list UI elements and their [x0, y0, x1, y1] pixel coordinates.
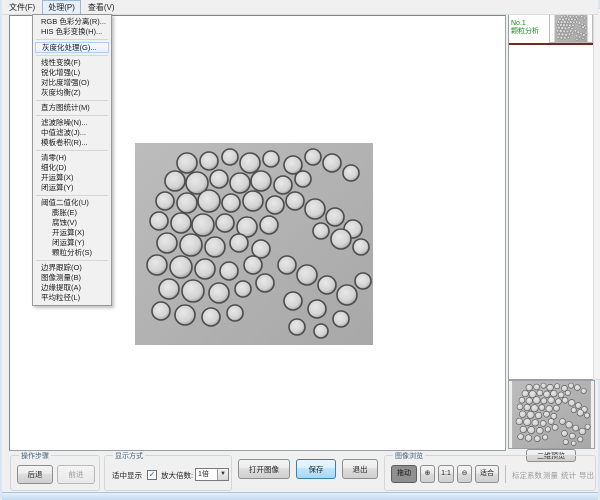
menu-item[interactable]: RGB 色彩分离(R)... — [33, 17, 111, 27]
menu-file[interactable]: 文件(F) — [3, 0, 41, 15]
menu-item[interactable]: 中值滤波(J)... — [33, 128, 111, 138]
menu-item[interactable]: 平均粒径(L) — [33, 293, 111, 303]
menu-item[interactable]: 灰度化处理(G)... — [35, 42, 109, 53]
menu-item[interactable]: 模板卷积(R)... — [33, 138, 111, 148]
menu-separator — [36, 260, 108, 261]
menu-item[interactable]: 线性变换(F) — [33, 58, 111, 68]
menu-bar: 文件(F) 处理(P) 查看(V) — [2, 0, 598, 15]
menu-separator — [36, 55, 108, 56]
menu-item[interactable]: 直方图统计(M) — [33, 103, 111, 113]
history-item-thumbnail — [549, 13, 593, 43]
history-list-item-selected[interactable]: No.1 颗粒分析 — [509, 11, 593, 45]
combo-arrow-icon[interactable]: ▼ — [217, 469, 228, 480]
fit-display-label: 适中显示 — [112, 470, 142, 481]
menu-item[interactable]: 边界跟踪(O) — [33, 263, 111, 273]
zoom-factor-select[interactable]: 1倍 ▼ — [195, 468, 229, 481]
calibration-label: 标定系数 — [512, 470, 542, 481]
zoom-factor-value: 1倍 — [198, 471, 209, 478]
menu-item[interactable]: 腐蚀(V) — [33, 218, 111, 228]
menu-item[interactable]: 细化(D) — [33, 163, 111, 173]
zoom-in-icon[interactable]: ⊕ — [420, 465, 435, 483]
menu-separator — [36, 39, 108, 40]
export-label: 导出 — [579, 470, 594, 481]
display-group: 显示方式 适中显示 ✓ 放大倍数: 1倍 ▼ — [104, 455, 232, 491]
menu-item[interactable]: 对比度增强(O) — [33, 78, 111, 88]
history-group: 操作步骤 后退 前进 — [10, 455, 100, 491]
open-image-button[interactable]: 打开图像 — [238, 459, 290, 479]
menu-item[interactable]: 阈值二值化(U) — [33, 198, 111, 208]
menu-item[interactable]: 闭运算(Y) — [33, 238, 111, 248]
menu-item[interactable]: 边缘提取(A) — [33, 283, 111, 293]
measure-label: 测量 — [543, 470, 558, 481]
menu-separator — [36, 115, 108, 116]
history-group-label: 操作步骤 — [19, 451, 51, 461]
menu-item[interactable]: 图像测量(B) — [33, 273, 111, 283]
menu-item[interactable]: HIS 色彩变换(H)... — [33, 27, 111, 37]
back-button[interactable]: 后退 — [17, 465, 53, 484]
history-item-label: No.1 颗粒分析 — [509, 20, 549, 36]
menu-item[interactable]: 开运算(X) — [33, 173, 111, 183]
menu-separator — [36, 100, 108, 101]
toolbar-separator — [505, 465, 506, 483]
fit-view-button[interactable]: 适合 — [475, 465, 499, 483]
preview-thumbnail — [508, 380, 595, 449]
menu-item[interactable]: 开运算(X) — [33, 228, 111, 238]
menu-item[interactable]: 锐化增强(L) — [33, 68, 111, 78]
fit-display-checkbox[interactable]: ✓ — [147, 470, 157, 480]
stats-label: 统计 — [561, 470, 576, 481]
menu-view[interactable]: 查看(V) — [82, 0, 121, 15]
specimen-image — [135, 143, 373, 345]
actual-size-button[interactable]: 1:1 — [438, 465, 454, 483]
menu-item[interactable]: 灰度均衡(Z) — [33, 88, 111, 98]
menu-separator — [36, 195, 108, 196]
display-group-label: 显示方式 — [113, 451, 145, 461]
view-group-label: 图像浏览 — [393, 451, 425, 461]
exit-button[interactable]: 退出 — [342, 459, 378, 479]
zoom-factor-label: 放大倍数: — [161, 470, 193, 481]
menu-separator — [36, 150, 108, 151]
menu-item[interactable]: 滤波除噪(N)... — [33, 118, 111, 128]
menu-item[interactable]: 闭运算(Y) — [33, 183, 111, 193]
menu-item[interactable]: 清零(H) — [33, 153, 111, 163]
zoom-out-icon[interactable]: ⊖ — [457, 465, 472, 483]
save-button[interactable]: 保存 — [296, 459, 336, 479]
menu-item[interactable]: 颗粒分析(S) — [33, 248, 111, 258]
forward-button[interactable]: 前进 — [57, 465, 95, 484]
menu-item[interactable]: 膨胀(E) — [33, 208, 111, 218]
history-list[interactable]: No.1 颗粒分析 — [508, 8, 594, 380]
drag-tool-button[interactable]: 拖动 — [391, 465, 417, 483]
menu-process[interactable]: 处理(P) — [42, 0, 81, 15]
view-group: 图像浏览 拖动 ⊕ 1:1 ⊖ 适合 标定系数 测量 统计 导出 — [384, 455, 596, 491]
process-menu-dropdown: RGB 色彩分离(R)...HIS 色彩变换(H)... 灰度化处理(G)... 线… — [32, 14, 112, 306]
history-list-scrollbar[interactable]: ▲ — [593, 8, 600, 380]
